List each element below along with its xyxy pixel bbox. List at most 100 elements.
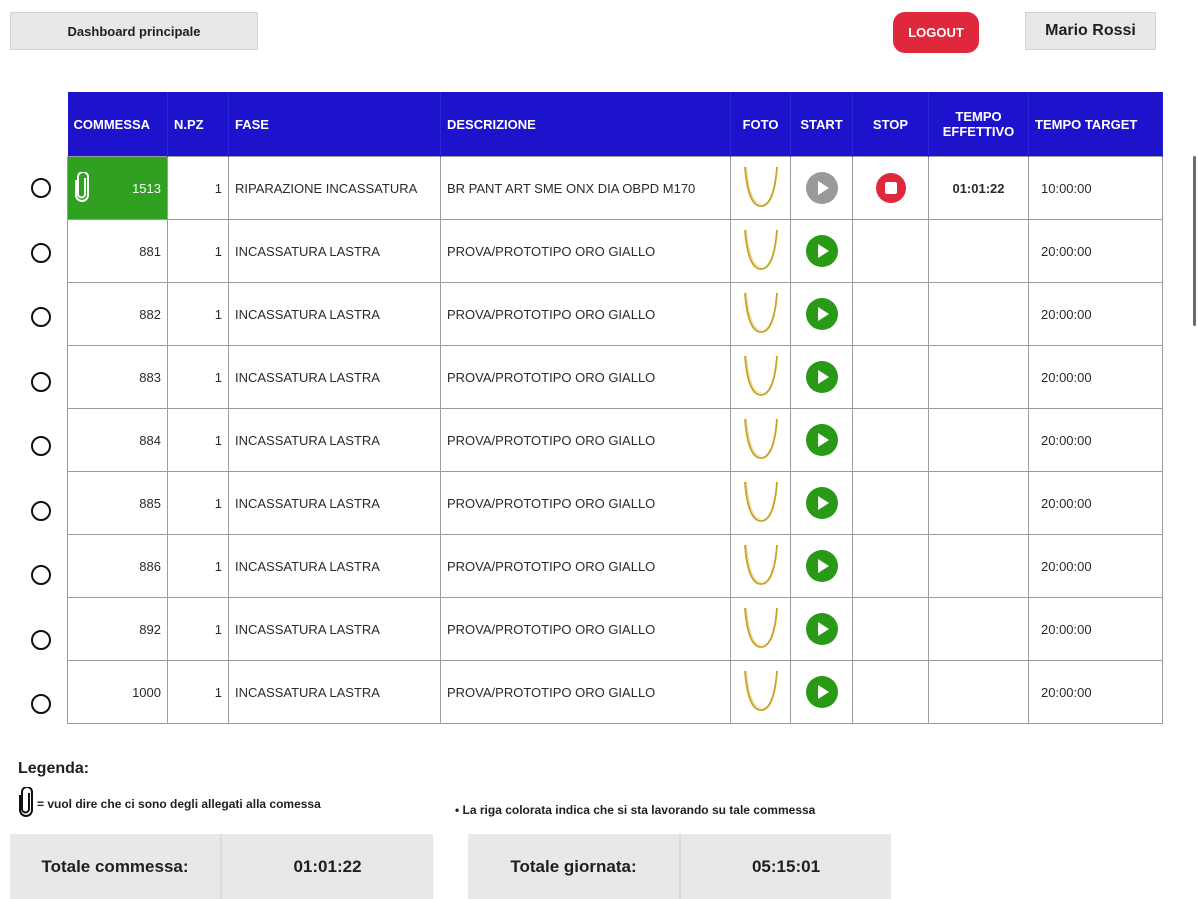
cell-npz: 1 — [167, 156, 229, 220]
cell-foto[interactable] — [730, 408, 791, 472]
row-radio[interactable] — [31, 242, 51, 263]
row-radio[interactable] — [31, 694, 51, 714]
cell-stop — [852, 408, 929, 472]
cell-npz: 1 — [167, 534, 229, 598]
legend-title: Legenda: — [18, 760, 90, 777]
play-icon[interactable] — [805, 172, 838, 204]
legend-attachment: = vuol dire che ci sono degli allegati a… — [18, 786, 321, 820]
cell-start[interactable] — [790, 156, 853, 220]
necklace-icon[interactable] — [739, 481, 783, 528]
cell-tempo-effettivo — [928, 408, 1029, 472]
row-radio[interactable] — [31, 307, 51, 327]
col-header-start: START — [790, 92, 853, 157]
cell-tempo-target: 20:00:00 — [1028, 408, 1163, 472]
cell-descrizione: PROVA/PROTOTIPO ORO GIALLO — [440, 660, 731, 724]
table-row[interactable]: 883 1 INCASSATURA LASTRA PROVA/PROTOTIPO OR… — [67, 345, 1163, 409]
cell-foto[interactable] — [730, 219, 791, 283]
necklace-icon[interactable] — [739, 418, 783, 465]
cell-descrizione: PROVA/PROTOTIPO ORO GIALLO — [440, 471, 731, 535]
cell-stop — [852, 660, 929, 724]
table-row[interactable]: 892 1 INCASSATURA LASTRA PROVA/PROTOTIPO OR… — [67, 597, 1163, 661]
cell-foto[interactable] — [730, 534, 791, 598]
row-radio[interactable] — [31, 436, 51, 456]
row-radio[interactable] — [31, 178, 51, 198]
cell-fase: INCASSATURA LASTRA — [228, 471, 441, 535]
cell-fase: RIPARAZIONE INCASSATURA — [228, 156, 441, 220]
table-row[interactable]: 885 1 INCASSATURA LASTRA PROVA/PROTOTIPO OR… — [67, 471, 1163, 535]
cell-tempo-target: 10:00:00 — [1028, 156, 1163, 220]
cell-npz: 1 — [167, 219, 229, 283]
play-icon[interactable] — [805, 361, 838, 393]
cell-tempo-target: 20:00:00 — [1028, 471, 1163, 535]
necklace-icon[interactable] — [739, 229, 783, 276]
cell-stop — [852, 597, 929, 661]
table-row[interactable]: 1000 1 INCASSATURA LASTRA PROVA/PROTOTIPO O… — [67, 660, 1163, 724]
cell-foto[interactable] — [730, 471, 791, 535]
dashboard-button[interactable]: Dashboard principale — [10, 12, 258, 50]
necklace-icon[interactable] — [739, 355, 783, 402]
cell-foto[interactable] — [730, 156, 791, 220]
table-row[interactable]: 1513 1 RIPARAZIONE INCASSATURA BR PANT ART … — [67, 156, 1163, 220]
scrollbar[interactable] — [1193, 156, 1196, 326]
cell-start[interactable] — [790, 471, 853, 535]
play-icon[interactable] — [805, 487, 838, 519]
row-radio[interactable] — [31, 500, 51, 521]
cell-start[interactable] — [790, 534, 853, 598]
commessa-value: 1513 — [132, 180, 161, 196]
stop-icon[interactable] — [875, 173, 906, 203]
cell-commessa: 892 — [67, 597, 168, 661]
logout-button[interactable]: LOGOUT — [893, 12, 979, 53]
cell-start[interactable] — [790, 660, 853, 724]
play-icon[interactable] — [805, 550, 838, 582]
play-icon[interactable] — [805, 613, 838, 645]
cell-npz: 1 — [167, 282, 229, 346]
cell-stop — [852, 534, 929, 598]
cell-start[interactable] — [790, 345, 853, 409]
play-icon[interactable] — [805, 424, 838, 456]
cell-descrizione: PROVA/PROTOTIPO ORO GIALLO — [440, 408, 731, 472]
cell-foto[interactable] — [730, 282, 791, 346]
cell-start[interactable] — [790, 408, 853, 472]
col-header-commessa: COMMESSA — [67, 92, 168, 157]
necklace-icon[interactable] — [739, 544, 783, 591]
totale-giornata-value: 05:15:01 — [751, 856, 821, 876]
cell-commessa[interactable]: 1513 — [67, 156, 168, 220]
cell-tempo-effettivo — [928, 534, 1029, 598]
table-header-row: COMMESSA N.PZ FASE DESCRIZIONE FOTO STAR… — [67, 92, 1163, 157]
table-row[interactable]: 884 1 INCASSATURA LASTRA PROVA/PROTOTIPO OR… — [67, 408, 1163, 472]
necklace-icon[interactable] — [739, 670, 783, 717]
cell-descrizione: PROVA/PROTOTIPO ORO GIALLO — [440, 219, 731, 283]
cell-foto[interactable] — [730, 597, 791, 661]
col-header-tempo-effettivo: TEMPO EFFETTIVO — [928, 92, 1029, 157]
cell-fase: INCASSATURA LASTRA — [228, 219, 441, 283]
col-header-tempo-target: TEMPO TARGET — [1028, 92, 1163, 157]
cell-tempo-target: 20:00:00 — [1028, 534, 1163, 598]
row-radio[interactable] — [31, 371, 51, 392]
cell-descrizione: PROVA/PROTOTIPO ORO GIALLO — [440, 534, 731, 598]
play-icon[interactable] — [805, 676, 838, 708]
necklace-icon[interactable] — [739, 292, 783, 339]
table-row[interactable]: 886 1 INCASSATURA LASTRA PROVA/PROTOTIPO OR… — [67, 534, 1163, 598]
cell-start[interactable] — [790, 597, 853, 661]
cell-tempo-effettivo — [928, 219, 1029, 283]
paperclip-icon — [18, 786, 34, 820]
paperclip-icon[interactable] — [74, 170, 90, 205]
cell-tempo-effettivo: 01:01:22 — [928, 156, 1029, 220]
necklace-icon[interactable] — [739, 166, 783, 213]
row-radio[interactable] — [31, 565, 51, 585]
table-row[interactable]: 881 1 INCASSATURA LASTRA PROVA/PROTOTIPO OR… — [67, 219, 1163, 283]
cell-start[interactable] — [790, 219, 853, 283]
cell-start[interactable] — [790, 282, 853, 346]
cell-npz: 1 — [167, 408, 229, 472]
cell-npz: 1 — [167, 660, 229, 724]
cell-foto[interactable] — [730, 660, 791, 724]
cell-stop[interactable] — [852, 156, 929, 220]
cell-tempo-target: 20:00:00 — [1028, 282, 1163, 346]
cell-fase: INCASSATURA LASTRA — [228, 408, 441, 472]
play-icon[interactable] — [805, 298, 838, 330]
cell-foto[interactable] — [730, 345, 791, 409]
play-icon[interactable] — [805, 235, 838, 267]
table-row[interactable]: 882 1 INCASSATURA LASTRA PROVA/PROTOTIPO OR… — [67, 282, 1163, 346]
row-radio[interactable] — [31, 629, 51, 650]
necklace-icon[interactable] — [739, 607, 783, 654]
